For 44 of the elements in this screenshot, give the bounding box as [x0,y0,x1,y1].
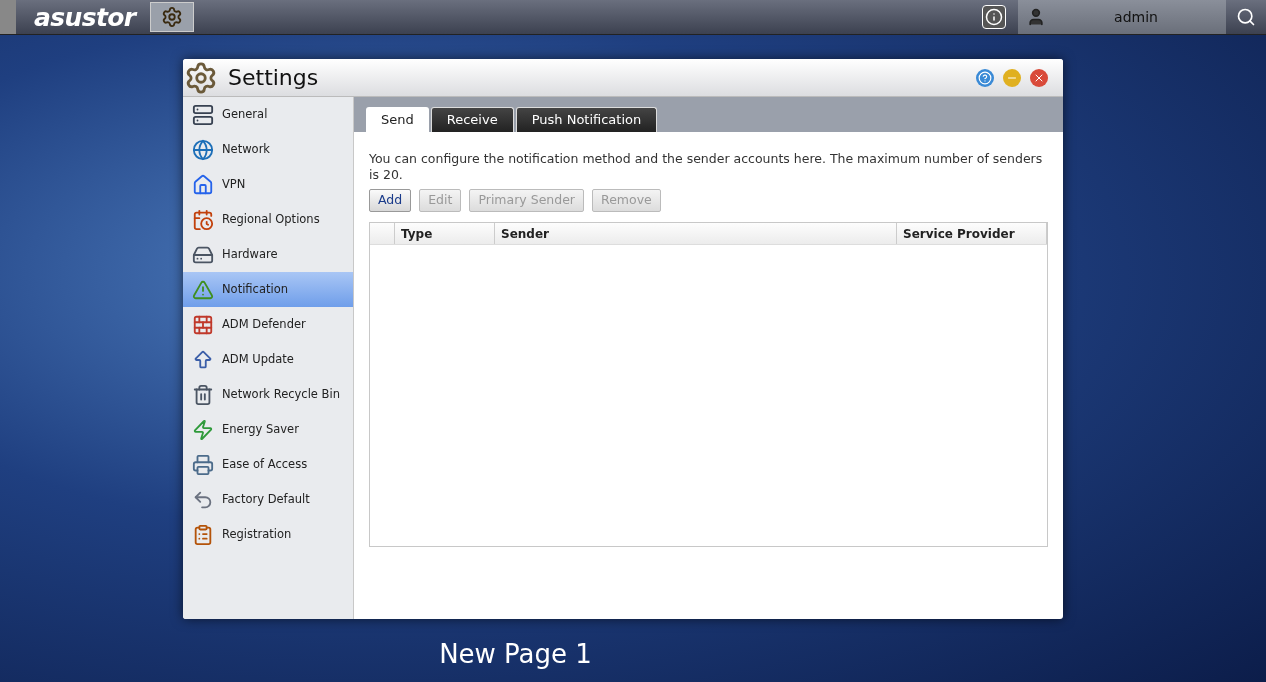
sidebar-item[interactable]: ADM Update [183,342,353,377]
server-icon [192,103,214,126]
user-icon [1026,7,1046,27]
desktop-label: New Page 1 [439,638,592,671]
column-header: Service Provider [897,223,1047,244]
gear-icon [184,60,218,95]
settings-taskbar-icon[interactable] [149,2,194,32]
username: admin [1113,7,1159,27]
sidebar-item[interactable]: ADM Defender [183,307,353,342]
sidebar-item[interactable]: Network [183,132,353,167]
sidebar-item[interactable]: Ease of Access [183,447,353,482]
description-text: You can configure the notification method and the sender accounts here. The maximum number of senders is 20. [369,151,1044,183]
trash-icon [192,383,214,406]
toolbar-button[interactable]: Add [369,189,412,212]
clipboard-icon [192,523,214,546]
column-header: Sender [495,223,897,244]
sidebar-item[interactable]: Network Recycle Bin [183,377,353,412]
tab[interactable]: Receive [430,107,514,132]
up-arrow-icon [192,348,214,371]
warning-icon [192,278,214,301]
sidebar-item[interactable]: Factory Default [183,482,353,517]
user-panel[interactable]: admin [1018,0,1226,34]
close-icon[interactable] [1030,68,1048,87]
taskbar-handle[interactable] [0,0,16,34]
help-icon[interactable] [976,68,994,87]
sidebar-item[interactable]: Hardware [183,237,353,272]
sidebar-item[interactable]: General [183,97,353,132]
globe-icon [192,138,214,161]
window-title: Settings [228,64,319,92]
tab[interactable]: Push Notification [515,107,658,132]
sidebar-item[interactable]: Regional Options [183,202,353,237]
sidebar-item[interactable]: Notification [183,272,353,307]
sidebar-item[interactable]: VPN [183,167,353,202]
lightning-icon [192,418,214,441]
sidebar-item[interactable]: Registration [183,517,353,552]
column-header: Type [395,223,495,244]
house-icon [192,173,214,196]
printer-icon [192,453,214,476]
brick-wall-icon [192,313,214,336]
sidebar-item[interactable]: Energy Saver [183,412,353,447]
logo: asustor [34,4,136,30]
info-icon[interactable] [982,5,1006,29]
tab[interactable]: Send [366,107,429,132]
calendar-clock-icon [192,208,214,231]
